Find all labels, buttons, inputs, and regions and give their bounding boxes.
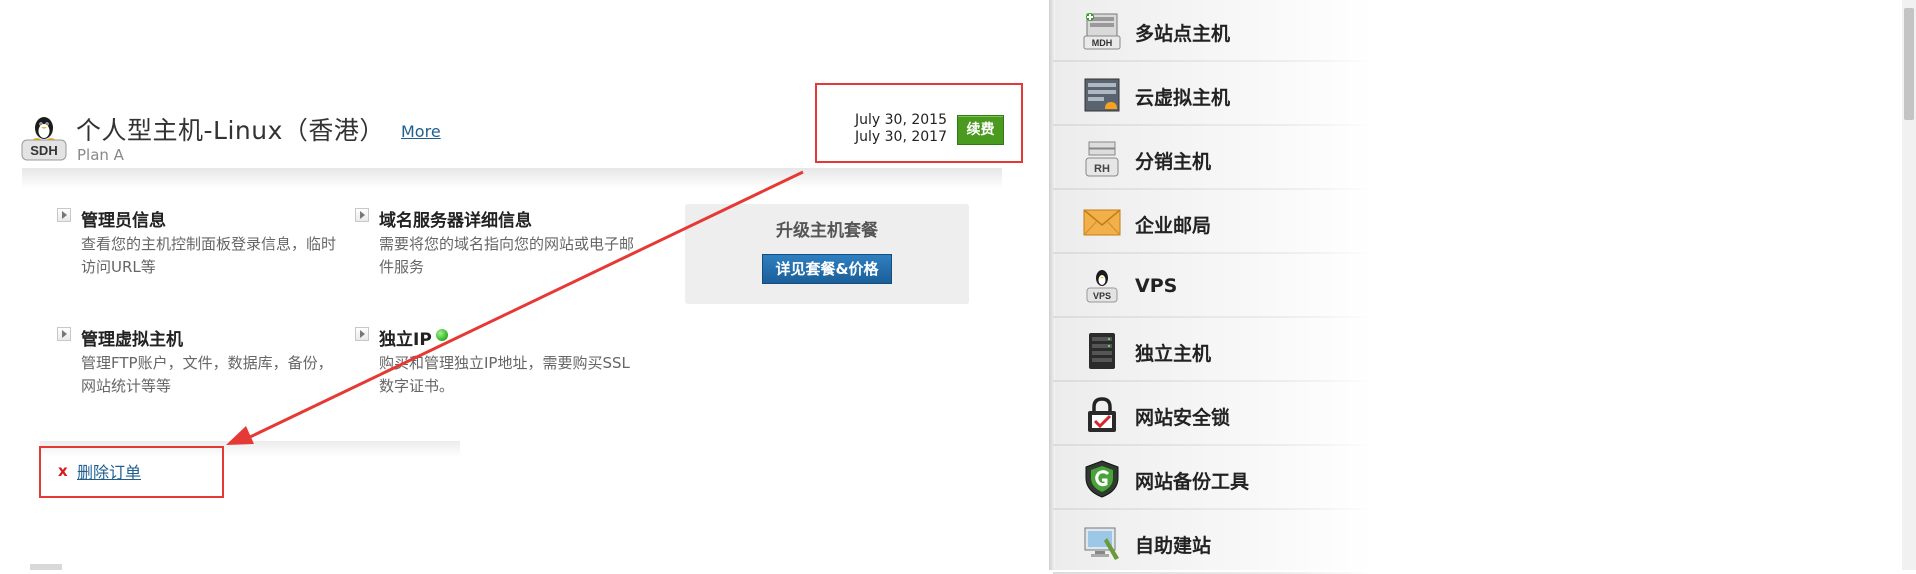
- sidebar-item-label: 独立主机: [1135, 343, 1212, 365]
- feature-title: 管理虚拟主机: [81, 330, 183, 350]
- feature-desc: 购买和管理独立IP地址，需要购买SSL数字证书。: [379, 354, 630, 395]
- feature-desc: 查看您的主机控制面板登录信息，临时访问URL等: [81, 235, 337, 276]
- sidebar-item-label: 网站备份工具: [1135, 471, 1250, 493]
- cloud-hosting-icon: [1083, 76, 1121, 114]
- sidebar-item-dedicated-server[interactable]: 独立主机: [1053, 320, 1375, 382]
- sidebar-item-label: 分销主机: [1135, 151, 1212, 173]
- annotation-box-renew: [815, 83, 1023, 163]
- sidebar-item-site-builder[interactable]: 自助建站: [1053, 512, 1375, 574]
- sidebar-item-site-backup-tool[interactable]: 网站备份工具: [1053, 448, 1375, 510]
- upgrade-title: 升级主机套餐: [776, 221, 878, 241]
- svg-text:MDH: MDH: [1092, 38, 1113, 48]
- sidebar-item-label: 多站点主机: [1135, 23, 1231, 45]
- sidebar-item-reseller-hosting[interactable]: RH 分销主机: [1053, 128, 1375, 190]
- linux-sdh-icon: SDH: [20, 112, 68, 164]
- arrow-right-icon: [355, 208, 369, 222]
- sidebar-item-label: 企业邮局: [1135, 215, 1212, 237]
- sidebar-item-label: VPS: [1135, 275, 1178, 297]
- feature-desc: 管理FTP账户，文件，数据库，备份，网站统计等等: [81, 354, 333, 395]
- plan-name: Plan A: [77, 146, 124, 164]
- mdh-server-icon: MDH: [1083, 12, 1121, 50]
- more-link[interactable]: More: [401, 122, 441, 141]
- plans-pricing-button[interactable]: 详见套餐&价格: [762, 254, 892, 284]
- scrollbar-thumb[interactable]: [1904, 8, 1914, 120]
- sidebar-item-site-security-lock[interactable]: 网站安全锁: [1053, 384, 1375, 446]
- order-detail-panel: SDH 个人型主机-Linux（香港） More Plan A July 30,…: [0, 0, 1049, 570]
- reseller-rh-icon: RH: [1083, 140, 1121, 178]
- arrow-right-icon: [57, 208, 71, 222]
- sidebar-item-label: 云虚拟主机: [1135, 87, 1231, 109]
- svg-text:VPS: VPS: [1093, 291, 1111, 301]
- envelope-icon: [1083, 204, 1121, 242]
- sidebar-item-label: 网站安全锁: [1135, 407, 1231, 429]
- svg-text:RH: RH: [1094, 163, 1110, 175]
- sidebar-item-enterprise-email[interactable]: 企业邮局: [1053, 192, 1375, 254]
- security-lock-icon: [1083, 396, 1121, 434]
- svg-text:SDH: SDH: [30, 143, 57, 158]
- annotation-box-delete: [39, 446, 224, 498]
- feature-desc: 需要将您的域名指向您的网站或电子邮件服务: [379, 235, 635, 276]
- arrow-right-icon: [355, 327, 369, 341]
- partial-element: [30, 564, 62, 570]
- header-divider: [22, 168, 1002, 188]
- page-title: 个人型主机-Linux（香港）: [76, 116, 385, 145]
- sidebar-item-vps[interactable]: VPS VPS: [1053, 256, 1375, 318]
- sidebar-item-label: 自助建站: [1135, 535, 1212, 557]
- feature-title: 管理员信息: [81, 211, 166, 231]
- linux-vps-icon: VPS: [1083, 268, 1121, 306]
- status-dot-icon: [436, 329, 448, 341]
- upgrade-plan-box: 升级主机套餐 详见套餐&价格: [685, 204, 969, 304]
- site-builder-icon: [1083, 524, 1121, 562]
- feature-title: 独立IP: [379, 330, 432, 350]
- sidebar-item-cloud-hosting[interactable]: 云虚拟主机: [1053, 64, 1375, 126]
- backup-shield-icon: [1083, 460, 1121, 498]
- product-sidebar: MDH 多站点主机 云虚拟主机 RH 分销主机 企业邮局 VPS VPS 独立主…: [1049, 0, 1916, 574]
- feature-title: 域名服务器详细信息: [379, 211, 532, 231]
- dedicated-server-icon: [1083, 332, 1121, 370]
- arrow-right-icon: [57, 327, 71, 341]
- sidebar-item-multi-site-hosting[interactable]: MDH 多站点主机: [1053, 0, 1375, 62]
